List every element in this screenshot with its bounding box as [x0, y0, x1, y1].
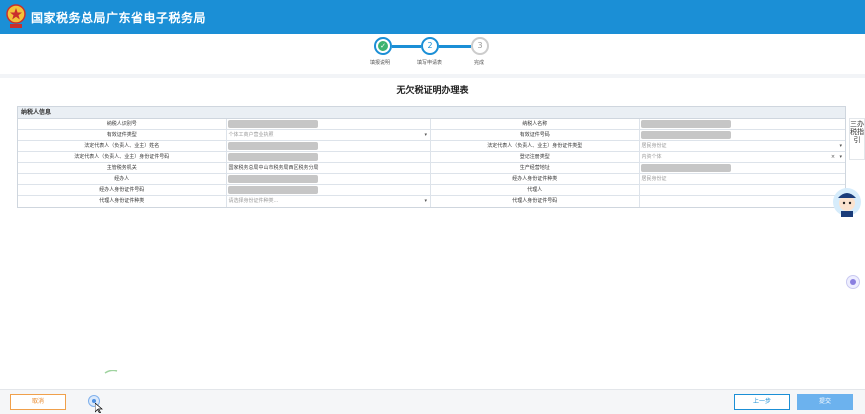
field-label: 代理人: [431, 185, 640, 195]
step-connector: [439, 45, 471, 48]
field-value[interactable]: [640, 196, 846, 207]
field-value: [227, 119, 432, 129]
form-row: 法定代表人（负责人、业主）身份证件号码 登记注册类型 内资个体 ▾ ×: [18, 152, 845, 163]
field-label: 代理人身份证件种类: [18, 196, 227, 207]
app-title: 国家税务总局广东省电子税务局: [31, 11, 207, 25]
taxpayer-info-form: 纳税人信息 纳税人识别号 纳税人名称 有效证件类型 个体工商户营业执照 ▾ 有效证件号码法…: [17, 106, 846, 208]
field-value: [640, 119, 846, 129]
field-label: 经办人: [18, 174, 227, 184]
chevron-down-icon[interactable]: ▾: [425, 130, 428, 140]
field-text: 居民身份证: [641, 176, 667, 182]
field-label: 生产经营地址: [431, 163, 640, 173]
field-text: 个体工商户营业执照: [228, 132, 274, 138]
field-label: 代理人身份证件号码: [431, 196, 640, 207]
field-value: [640, 163, 846, 173]
form-title: 无欠税证明办理表: [396, 86, 469, 96]
form-row: 法定代表人（负责人、业主）姓名 法定代表人（负责人、业主）身份证件类型 居民身份证 ▾: [18, 141, 845, 152]
redacted-value: [227, 153, 318, 161]
field-label: 有效证件号码: [431, 130, 640, 140]
field-label: 经办人身份证件种类: [431, 174, 640, 184]
step-connector: [392, 45, 421, 48]
field-label: 登记注册类型: [431, 152, 640, 162]
redacted-value: [227, 120, 318, 128]
form-row: 经办人 经办人身份证件种类 居民身份证: [18, 174, 845, 185]
tax-guide-tab[interactable]: 三办税指引: [849, 118, 865, 160]
field-value[interactable]: 个体工商户营业执照 ▾: [227, 130, 432, 140]
field-text: 居民身份证: [641, 143, 667, 149]
field-label: 经办人身份证件号码: [18, 185, 227, 195]
redacted-value: [640, 164, 731, 172]
field-label: 纳税人识别号: [18, 119, 227, 129]
redacted-value: [227, 186, 318, 194]
field-value: [640, 130, 846, 140]
check-icon: ✓: [378, 41, 388, 51]
tax-assistant-avatar-icon[interactable]: [832, 186, 862, 218]
form-row: 经办人身份证件号码 代理人: [18, 185, 845, 196]
field-text: 内资个体: [641, 154, 662, 160]
step-1-label: 填报说明: [370, 60, 391, 66]
form-row: 纳税人识别号 纳税人名称: [18, 119, 845, 130]
cancel-button[interactable]: 取消: [10, 394, 66, 410]
clear-icon[interactable]: ×: [831, 152, 835, 162]
chevron-down-icon[interactable]: ▾: [840, 141, 843, 151]
step-2-active: 2: [421, 37, 439, 55]
step-1-done: ✓: [374, 37, 392, 55]
field-text: 国家税务总局中山市税务局西区税务分局: [228, 165, 319, 171]
section-divider: [0, 74, 865, 78]
chevron-down-icon[interactable]: ▾: [840, 152, 843, 162]
chevron-down-icon[interactable]: ▾: [425, 196, 428, 206]
form-row: 主管税务机关 国家税务总局中山市税务局西区税务分局 生产经营地址: [18, 163, 845, 174]
redacted-value: [227, 175, 318, 183]
step-3-pending: 3: [471, 37, 489, 55]
leaf-decoration-icon: [104, 370, 118, 374]
submit-button[interactable]: 提交: [797, 394, 853, 410]
footer-bar: 取消 上一步 提交: [0, 389, 865, 414]
section-header: 纳税人信息: [18, 107, 845, 119]
field-value: 国家税务总局中山市税务局西区税务分局: [227, 163, 432, 173]
field-label: 主管税务机关: [18, 163, 227, 173]
cursor-icon: [95, 403, 103, 413]
app-header: 国家税务总局广东省电子税务局: [0, 0, 865, 34]
field-label: 法定代表人（负责人、业主）身份证件类型: [431, 141, 640, 151]
progress-steps: ✓ 2 3 填报说明 填写申请表 完成: [0, 34, 865, 74]
field-value[interactable]: 内资个体 ▾ ×: [640, 152, 846, 162]
field-text: 请选择身份证件种类...: [228, 198, 279, 204]
field-label: 有效证件类型: [18, 130, 227, 140]
redacted-value: [640, 131, 731, 139]
feedback-icon[interactable]: [846, 275, 860, 289]
tax-emblem-icon: [6, 4, 26, 28]
form-row: 有效证件类型 个体工商户营业执照 ▾ 有效证件号码: [18, 130, 845, 141]
field-label: 法定代表人（负责人、业主）姓名: [18, 141, 227, 151]
field-value: [227, 185, 432, 195]
redacted-value: [640, 120, 731, 128]
field-value[interactable]: 请选择身份证件种类... ▾: [227, 196, 432, 207]
field-value[interactable]: 居民身份证 ▾: [640, 141, 846, 151]
step-3-label: 完成: [474, 60, 485, 66]
field-value: [227, 152, 432, 162]
field-label: 法定代表人（负责人、业主）身份证件号码: [18, 152, 227, 162]
redacted-value: [227, 142, 318, 150]
previous-step-button[interactable]: 上一步: [734, 394, 790, 410]
field-label: 纳税人名称: [431, 119, 640, 129]
form-row: 代理人身份证件种类 请选择身份证件种类... ▾ 代理人身份证件号码: [18, 196, 845, 207]
field-value[interactable]: [640, 185, 846, 195]
field-value[interactable]: 居民身份证: [640, 174, 846, 184]
field-value: [227, 141, 432, 151]
field-value: [227, 174, 432, 184]
step-2-label: 填写申请表: [417, 60, 443, 66]
